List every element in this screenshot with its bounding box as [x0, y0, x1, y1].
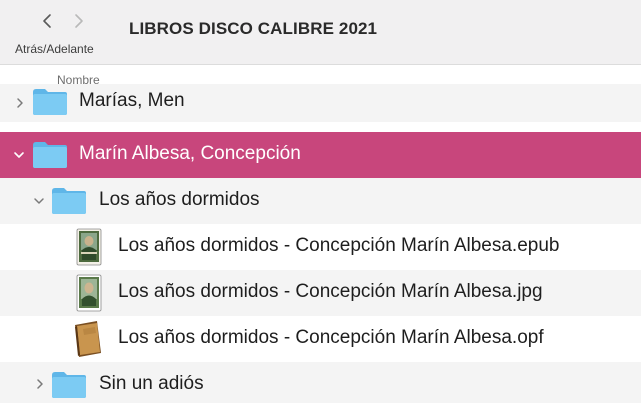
back-button[interactable] — [36, 8, 58, 34]
folder-icon — [50, 185, 88, 215]
row-label: Sin un adiós — [99, 373, 204, 394]
chevron-right-icon — [75, 14, 83, 28]
toolbar: Atrás/Adelante LIBROS DISCO CALIBRE 2021 — [0, 0, 641, 65]
row-label: Los años dormidos - Concepción Marín Alb… — [118, 235, 560, 256]
epub-file-icon — [75, 228, 103, 266]
chevron-down-icon[interactable] — [32, 194, 46, 208]
row-label: Los años dormidos - Concepción Marín Alb… — [118, 281, 543, 302]
list-item[interactable]: Los años dormidos - Concepción Marín Alb… — [0, 316, 641, 362]
list-item[interactable]: Marías, Men — [0, 84, 641, 122]
list-item[interactable]: Los años dormidos - Concepción Marín Alb… — [0, 270, 641, 316]
file-list: Marías, Men Marín Albesa, Concepción Los… — [0, 84, 641, 403]
chevron-left-icon — [43, 14, 51, 28]
chevron-right-icon[interactable] — [13, 96, 27, 110]
folder-icon — [31, 139, 69, 169]
chevron-down-icon[interactable] — [12, 148, 26, 162]
row-label: Los años dormidos - Concepción Marín Alb… — [118, 327, 544, 348]
row-label: Marín Albesa, Concepción — [79, 143, 301, 164]
finder-window: Atrás/Adelante LIBROS DISCO CALIBRE 2021… — [0, 0, 641, 403]
back-forward-label: Atrás/Adelante — [15, 42, 94, 56]
list-item[interactable]: Los años dormidos - Concepción Marín Alb… — [0, 224, 641, 270]
folder-icon — [50, 369, 88, 399]
window-title: LIBROS DISCO CALIBRE 2021 — [129, 19, 378, 38]
list-item-selected[interactable]: Marín Albesa, Concepción — [0, 132, 641, 178]
row-label: Los años dormidos — [99, 189, 260, 210]
list-item[interactable]: Los años dormidos — [0, 178, 641, 224]
opf-file-icon — [71, 319, 105, 359]
list-item[interactable]: Sin un adiós — [0, 362, 641, 403]
forward-button[interactable] — [68, 8, 90, 34]
row-label: Marías, Men — [79, 90, 185, 111]
folder-icon — [31, 86, 69, 116]
chevron-right-icon[interactable] — [33, 377, 47, 391]
image-file-icon — [75, 274, 103, 312]
